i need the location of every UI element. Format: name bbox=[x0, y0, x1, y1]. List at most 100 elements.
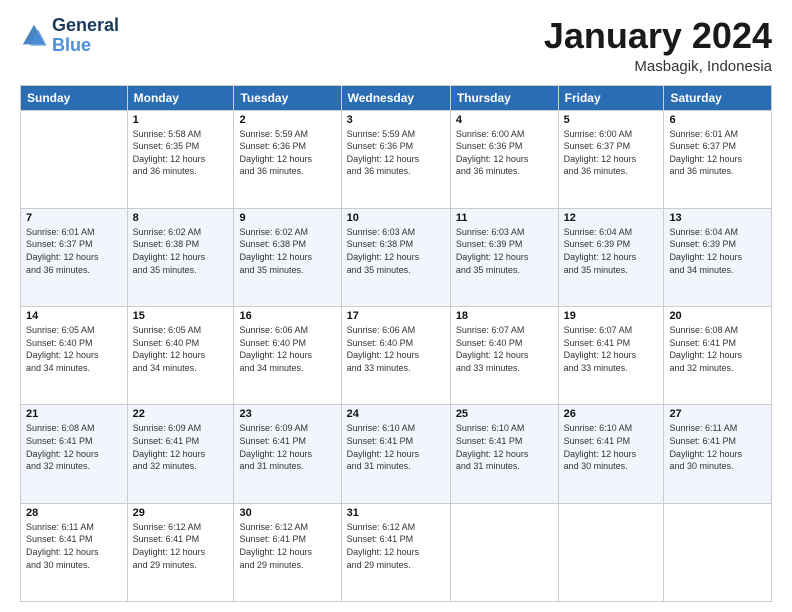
calendar-week-row: 21 Sunrise: 6:08 AMSunset: 6:41 PMDaylig… bbox=[21, 405, 772, 503]
location: Masbagik, Indonesia bbox=[544, 58, 772, 75]
day-info: Sunrise: 6:07 AMSunset: 6:40 PMDaylight:… bbox=[456, 325, 529, 373]
day-number: 25 bbox=[456, 408, 553, 420]
calendar-cell: 19 Sunrise: 6:07 AMSunset: 6:41 PMDaylig… bbox=[558, 307, 664, 405]
day-number: 27 bbox=[669, 408, 766, 420]
day-info: Sunrise: 6:00 AMSunset: 6:37 PMDaylight:… bbox=[564, 129, 637, 177]
calendar-cell: 6 Sunrise: 6:01 AMSunset: 6:37 PMDayligh… bbox=[664, 110, 772, 208]
page: General Blue January 2024 Masbagik, Indo… bbox=[0, 0, 792, 612]
day-number: 31 bbox=[347, 507, 445, 519]
day-number: 10 bbox=[347, 212, 445, 224]
calendar-cell bbox=[450, 503, 558, 601]
day-info: Sunrise: 6:09 AMSunset: 6:41 PMDaylight:… bbox=[133, 423, 206, 471]
calendar-cell: 17 Sunrise: 6:06 AMSunset: 6:40 PMDaylig… bbox=[341, 307, 450, 405]
day-number: 23 bbox=[239, 408, 335, 420]
calendar-cell: 22 Sunrise: 6:09 AMSunset: 6:41 PMDaylig… bbox=[127, 405, 234, 503]
calendar-week-row: 1 Sunrise: 5:58 AMSunset: 6:35 PMDayligh… bbox=[21, 110, 772, 208]
day-info: Sunrise: 6:03 AMSunset: 6:39 PMDaylight:… bbox=[456, 227, 529, 275]
calendar-table: SundayMondayTuesdayWednesdayThursdayFrid… bbox=[20, 85, 772, 602]
day-number: 8 bbox=[133, 212, 229, 224]
day-number: 2 bbox=[239, 114, 335, 126]
calendar-cell: 5 Sunrise: 6:00 AMSunset: 6:37 PMDayligh… bbox=[558, 110, 664, 208]
day-info: Sunrise: 5:59 AMSunset: 6:36 PMDaylight:… bbox=[347, 129, 420, 177]
day-number: 26 bbox=[564, 408, 659, 420]
calendar-cell: 8 Sunrise: 6:02 AMSunset: 6:38 PMDayligh… bbox=[127, 208, 234, 306]
calendar-cell: 25 Sunrise: 6:10 AMSunset: 6:41 PMDaylig… bbox=[450, 405, 558, 503]
day-info: Sunrise: 6:09 AMSunset: 6:41 PMDaylight:… bbox=[239, 423, 312, 471]
calendar-cell: 11 Sunrise: 6:03 AMSunset: 6:39 PMDaylig… bbox=[450, 208, 558, 306]
calendar-header-sunday: Sunday bbox=[21, 85, 128, 110]
calendar-cell: 20 Sunrise: 6:08 AMSunset: 6:41 PMDaylig… bbox=[664, 307, 772, 405]
calendar-cell: 16 Sunrise: 6:06 AMSunset: 6:40 PMDaylig… bbox=[234, 307, 341, 405]
header: General Blue January 2024 Masbagik, Indo… bbox=[20, 16, 772, 75]
day-number: 21 bbox=[26, 408, 122, 420]
day-info: Sunrise: 6:01 AMSunset: 6:37 PMDaylight:… bbox=[669, 129, 742, 177]
day-number: 6 bbox=[669, 114, 766, 126]
calendar-cell: 15 Sunrise: 6:05 AMSunset: 6:40 PMDaylig… bbox=[127, 307, 234, 405]
day-info: Sunrise: 6:05 AMSunset: 6:40 PMDaylight:… bbox=[26, 325, 99, 373]
day-info: Sunrise: 6:12 AMSunset: 6:41 PMDaylight:… bbox=[239, 522, 312, 570]
calendar-cell: 1 Sunrise: 5:58 AMSunset: 6:35 PMDayligh… bbox=[127, 110, 234, 208]
day-info: Sunrise: 6:12 AMSunset: 6:41 PMDaylight:… bbox=[133, 522, 206, 570]
calendar-cell: 10 Sunrise: 6:03 AMSunset: 6:38 PMDaylig… bbox=[341, 208, 450, 306]
day-number: 28 bbox=[26, 507, 122, 519]
calendar-header-friday: Friday bbox=[558, 85, 664, 110]
day-info: Sunrise: 6:02 AMSunset: 6:38 PMDaylight:… bbox=[133, 227, 206, 275]
calendar-cell: 13 Sunrise: 6:04 AMSunset: 6:39 PMDaylig… bbox=[664, 208, 772, 306]
logo-icon bbox=[20, 22, 48, 50]
day-number: 22 bbox=[133, 408, 229, 420]
calendar-header-thursday: Thursday bbox=[450, 85, 558, 110]
day-info: Sunrise: 6:10 AMSunset: 6:41 PMDaylight:… bbox=[564, 423, 637, 471]
day-number: 5 bbox=[564, 114, 659, 126]
calendar-cell: 3 Sunrise: 5:59 AMSunset: 6:36 PMDayligh… bbox=[341, 110, 450, 208]
day-info: Sunrise: 6:04 AMSunset: 6:39 PMDaylight:… bbox=[564, 227, 637, 275]
day-info: Sunrise: 5:58 AMSunset: 6:35 PMDaylight:… bbox=[133, 129, 206, 177]
calendar-cell: 7 Sunrise: 6:01 AMSunset: 6:37 PMDayligh… bbox=[21, 208, 128, 306]
day-number: 9 bbox=[239, 212, 335, 224]
day-info: Sunrise: 6:06 AMSunset: 6:40 PMDaylight:… bbox=[239, 325, 312, 373]
calendar-cell: 4 Sunrise: 6:00 AMSunset: 6:36 PMDayligh… bbox=[450, 110, 558, 208]
logo-text: General Blue bbox=[52, 16, 119, 56]
calendar-cell: 31 Sunrise: 6:12 AMSunset: 6:41 PMDaylig… bbox=[341, 503, 450, 601]
calendar-cell: 14 Sunrise: 6:05 AMSunset: 6:40 PMDaylig… bbox=[21, 307, 128, 405]
day-info: Sunrise: 5:59 AMSunset: 6:36 PMDaylight:… bbox=[239, 129, 312, 177]
day-number: 24 bbox=[347, 408, 445, 420]
calendar-cell: 21 Sunrise: 6:08 AMSunset: 6:41 PMDaylig… bbox=[21, 405, 128, 503]
day-number: 12 bbox=[564, 212, 659, 224]
day-info: Sunrise: 6:04 AMSunset: 6:39 PMDaylight:… bbox=[669, 227, 742, 275]
calendar-cell bbox=[558, 503, 664, 601]
calendar-cell bbox=[664, 503, 772, 601]
calendar-cell: 28 Sunrise: 6:11 AMSunset: 6:41 PMDaylig… bbox=[21, 503, 128, 601]
day-info: Sunrise: 6:02 AMSunset: 6:38 PMDaylight:… bbox=[239, 227, 312, 275]
calendar-cell: 12 Sunrise: 6:04 AMSunset: 6:39 PMDaylig… bbox=[558, 208, 664, 306]
calendar-cell: 18 Sunrise: 6:07 AMSunset: 6:40 PMDaylig… bbox=[450, 307, 558, 405]
day-number: 17 bbox=[347, 310, 445, 322]
day-info: Sunrise: 6:12 AMSunset: 6:41 PMDaylight:… bbox=[347, 522, 420, 570]
calendar-header-tuesday: Tuesday bbox=[234, 85, 341, 110]
logo-line2: Blue bbox=[52, 36, 119, 56]
calendar-header-saturday: Saturday bbox=[664, 85, 772, 110]
day-number: 29 bbox=[133, 507, 229, 519]
day-number: 4 bbox=[456, 114, 553, 126]
day-info: Sunrise: 6:11 AMSunset: 6:41 PMDaylight:… bbox=[669, 423, 742, 471]
day-number: 15 bbox=[133, 310, 229, 322]
calendar-cell: 29 Sunrise: 6:12 AMSunset: 6:41 PMDaylig… bbox=[127, 503, 234, 601]
calendar-week-row: 14 Sunrise: 6:05 AMSunset: 6:40 PMDaylig… bbox=[21, 307, 772, 405]
day-info: Sunrise: 6:06 AMSunset: 6:40 PMDaylight:… bbox=[347, 325, 420, 373]
day-info: Sunrise: 6:10 AMSunset: 6:41 PMDaylight:… bbox=[456, 423, 529, 471]
day-number: 1 bbox=[133, 114, 229, 126]
day-info: Sunrise: 6:03 AMSunset: 6:38 PMDaylight:… bbox=[347, 227, 420, 275]
calendar-cell: 2 Sunrise: 5:59 AMSunset: 6:36 PMDayligh… bbox=[234, 110, 341, 208]
day-info: Sunrise: 6:11 AMSunset: 6:41 PMDaylight:… bbox=[26, 522, 99, 570]
calendar-header-wednesday: Wednesday bbox=[341, 85, 450, 110]
day-number: 16 bbox=[239, 310, 335, 322]
day-info: Sunrise: 6:08 AMSunset: 6:41 PMDaylight:… bbox=[669, 325, 742, 373]
title-block: January 2024 Masbagik, Indonesia bbox=[544, 16, 772, 75]
day-number: 30 bbox=[239, 507, 335, 519]
day-number: 19 bbox=[564, 310, 659, 322]
calendar-header-row: SundayMondayTuesdayWednesdayThursdayFrid… bbox=[21, 85, 772, 110]
day-info: Sunrise: 6:05 AMSunset: 6:40 PMDaylight:… bbox=[133, 325, 206, 373]
calendar-cell: 30 Sunrise: 6:12 AMSunset: 6:41 PMDaylig… bbox=[234, 503, 341, 601]
day-number: 13 bbox=[669, 212, 766, 224]
day-info: Sunrise: 6:00 AMSunset: 6:36 PMDaylight:… bbox=[456, 129, 529, 177]
day-info: Sunrise: 6:01 AMSunset: 6:37 PMDaylight:… bbox=[26, 227, 99, 275]
